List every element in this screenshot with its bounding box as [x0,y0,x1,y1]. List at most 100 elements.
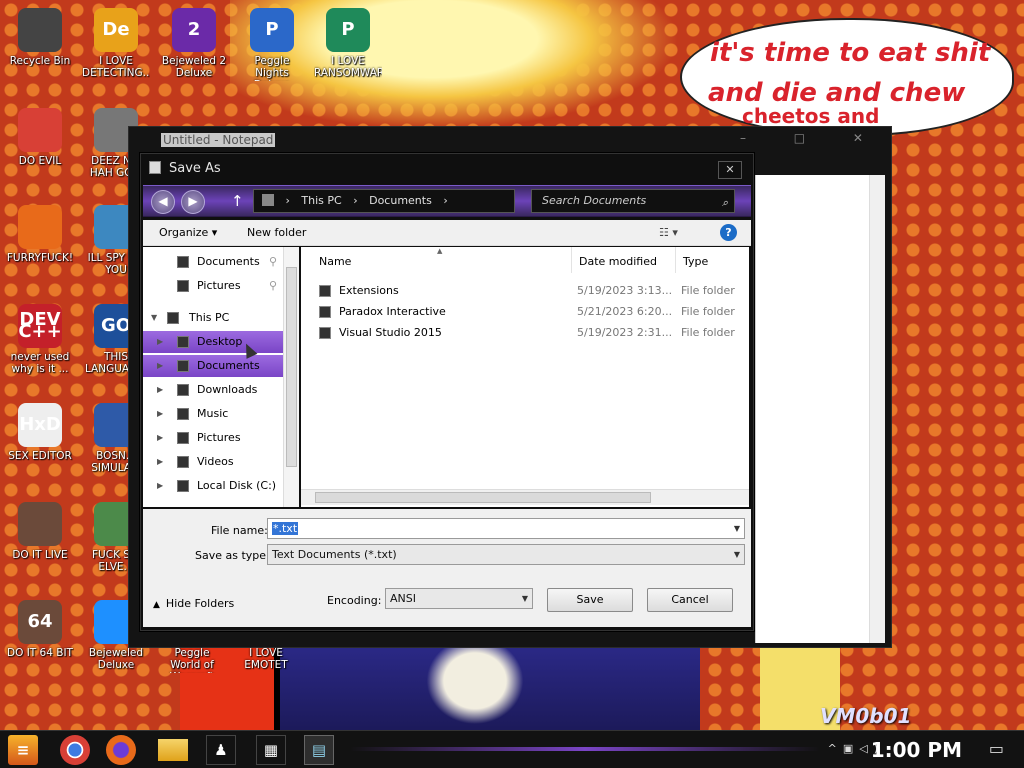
chevron-right-icon[interactable]: ▶ [157,379,163,401]
desktop-icon[interactable]: De I LOVE DETECTING... [82,8,150,79]
desktop-icon-label: Recycle Bin [9,55,71,67]
taskbar-terminal-icon[interactable]: ▦ [256,735,286,765]
chevron-down-icon[interactable]: ▼ [522,589,528,608]
desktop-icon[interactable]: P I LOVE RANSOMWARE [314,8,382,79]
file-row[interactable]: Visual Studio 2015 5/19/2023 2:31... File … [319,323,749,343]
nav-item[interactable]: Documents ⚲ [143,251,283,273]
filename-input[interactable]: *.txt ▼ [267,518,745,539]
chevron-right-icon[interactable]: ▶ [157,403,163,425]
clock[interactable]: 1:00 PM [871,738,962,762]
chevron-right-icon[interactable]: ▶ [157,451,163,473]
desktop-icon[interactable]: 2 Bejeweled 2 Deluxe [160,8,228,79]
horizontal-scrollbar[interactable] [301,489,749,505]
address-bar[interactable]: › This PC › Documents › [253,189,515,213]
folder-icon [167,312,179,324]
breadcrumb-this-pc[interactable]: This PC [301,194,341,207]
back-button[interactable]: ◀ [151,190,175,214]
taskbar-chrome-icon[interactable] [60,735,90,765]
desktop-icon-label: Peggle Nights Deluxe [254,55,290,81]
taskbar-app-icon[interactable]: ♟ [206,735,236,765]
nav-item[interactable]: Pictures ⚲ [143,275,283,297]
folder-icon [177,384,189,396]
nav-item[interactable]: ▶ Downloads [143,379,283,401]
search-input[interactable]: Search Documents ⌕ [531,189,735,213]
sort-arrow-icon: ▲ [437,247,443,255]
nav-item[interactable]: ▼ This PC [143,307,283,329]
search-icon: ⌕ [721,196,728,209]
file-name: Paradox Interactive [339,305,446,318]
chrome-icon [18,108,62,152]
folder-icon [177,480,189,492]
column-separator[interactable] [571,247,572,273]
taskbar-explorer-icon[interactable] [158,739,188,761]
view-options-button[interactable]: ☷ ▾ [659,226,678,239]
nav-scroll-thumb[interactable] [286,267,297,467]
notepad-text-area[interactable] [755,175,885,643]
save-type-select[interactable]: Text Documents (*.txt) ▼ [267,544,745,565]
forward-button[interactable]: ▶ [181,190,205,214]
pin-icon[interactable]: ⚲ [269,251,277,273]
desktop-icon[interactable]: P Peggle Nights Deluxe [238,8,306,81]
firefox-icon [18,205,62,249]
pin-icon[interactable]: ⚲ [269,275,277,297]
hide-folders-toggle[interactable]: ▲ Hide Folders [153,597,234,610]
desktop-icon[interactable]: DEV C++ never used why is it ... [6,304,74,375]
nav-item[interactable]: ▶ Local Disk (C:) [143,475,283,497]
desktop-icon[interactable]: DO IT LIVE [6,502,74,561]
chevron-down-icon[interactable]: ▼ [151,307,157,329]
notification-icon[interactable]: ▭ [989,739,1004,758]
network-icon[interactable]: ▣ [843,742,859,755]
folder-icon [177,280,189,292]
close-button[interactable]: ✕ [718,161,742,179]
file-row[interactable]: Extensions 5/19/2023 3:13... File folder [319,281,749,301]
desktop-icon[interactable]: DO EVIL [6,108,74,167]
chevron-right-icon[interactable]: ▶ [157,331,163,353]
help-icon[interactable]: ? [720,224,737,241]
chevron-down-icon[interactable]: ▼ [734,519,740,538]
encoding-label: Encoding: [327,594,382,607]
nav-scrollbar[interactable] [283,247,299,507]
chevron-right-icon[interactable]: ▶ [157,427,163,449]
breadcrumb-documents[interactable]: Documents [369,194,432,207]
chevron-up-icon[interactable]: ^ [828,742,843,755]
portrait-64-icon: 64 [18,600,62,644]
taskbar-purple-stripe [350,747,820,751]
column-header-type[interactable]: Type [683,255,708,268]
taskbar-notepad-icon[interactable]: ▤ [304,735,334,765]
desktop-icon[interactable]: 64 DO IT 64 BIT [6,600,74,659]
up-arrow-icon[interactable]: ↑ [231,192,244,210]
cancel-button[interactable]: Cancel [647,588,733,612]
nav-item[interactable]: ▶ Videos [143,451,283,473]
nav-item[interactable]: ▶ Pictures [143,427,283,449]
chevron-right-icon[interactable]: ▶ [157,355,163,377]
new-folder-button[interactable]: New folder [247,226,306,239]
address-toolbar: ◀ ▶ ↑ › This PC › Documents › Search Doc… [143,185,751,217]
nav-item[interactable]: ▶ Documents [143,355,283,377]
save-button[interactable]: Save [547,588,633,612]
chevron-right-icon[interactable]: ▶ [157,475,163,497]
start-button[interactable]: ≡ [8,735,38,765]
encoding-select[interactable]: ANSI ▼ [385,588,533,609]
desktop-icon[interactable]: FURRYFUCK! [6,205,74,264]
column-header-date[interactable]: Date modified [579,255,657,268]
wallpaper-figure-art [420,648,530,730]
desktop-icon-label: I LOVE DETECTING... [82,55,150,79]
nav-item[interactable]: ▶ Music [143,403,283,425]
file-name: Extensions [339,284,399,297]
file-row[interactable]: Paradox Interactive 5/21/2023 6:20... File… [319,302,749,322]
h-scroll-thumb[interactable] [315,492,651,503]
desktop-icon[interactable]: Recycle Bin [6,8,74,67]
notepad-scrollbar[interactable] [869,175,885,643]
organize-button[interactable]: Organize ▾ [159,226,217,239]
chevron-down-icon[interactable]: ▼ [734,545,740,564]
taskbar: ≡ ♟ ▦ ▤ ^▣◁) 1:00 PM ▭ [0,730,1024,768]
column-separator[interactable] [675,247,676,273]
nav-item[interactable]: ▶ Desktop [143,331,283,353]
column-header-name[interactable]: Name [319,255,351,268]
desktop-icon[interactable]: HxD SEX EDITOR [6,403,74,462]
taskbar-firefox-icon[interactable] [106,735,136,765]
notepad-window-controls[interactable]: – □ ✕ [740,131,885,145]
desktop-icon-label: DO IT 64 BIT [7,647,73,659]
file-type: File folder [681,284,735,297]
file-date: 5/19/2023 2:31... [577,326,673,339]
